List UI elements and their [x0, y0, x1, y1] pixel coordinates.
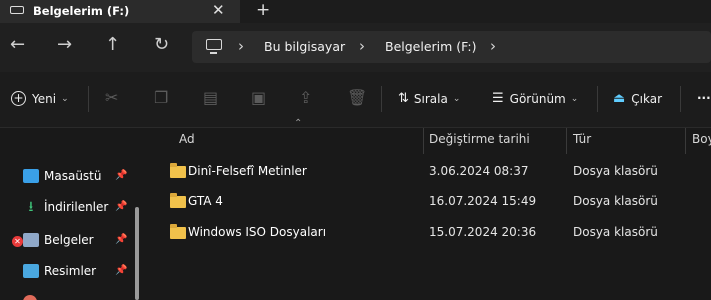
- table-row[interactable]: GTA 4 16.07.2024 15:49 Dosya klasörü: [164, 190, 711, 214]
- refresh-button[interactable]: ↻: [154, 35, 169, 55]
- column-header-modified[interactable]: Değiştirme tarihi: [429, 128, 530, 150]
- folder-icon: [170, 163, 186, 178]
- breadcrumb-separator-icon[interactable]: ›: [238, 37, 244, 55]
- view-icon: ☰: [492, 91, 504, 106]
- new-label: Yeni: [32, 91, 57, 106]
- error-badge-icon: ✕: [12, 236, 23, 247]
- pin-icon[interactable]: 📌: [115, 234, 127, 245]
- table-row[interactable]: Dinî-Felsefî Metinler 3.06.2024 08:37 Do…: [164, 160, 711, 184]
- sidebar-item-label: Masaüstü: [44, 169, 102, 183]
- sidebar-item-partial[interactable]: [23, 292, 42, 300]
- row-name: Dinî-Felsefî Metinler: [188, 164, 307, 178]
- back-button[interactable]: ←: [10, 35, 25, 55]
- chevron-down-icon: ⌄: [61, 93, 69, 104]
- sidebar-item-label: Resimler: [44, 264, 97, 278]
- new-tab-button[interactable]: +: [256, 0, 270, 20]
- new-button[interactable]: + Yeni ⌄: [11, 91, 69, 106]
- plus-icon: +: [11, 91, 26, 106]
- pin-icon[interactable]: 📌: [115, 201, 127, 212]
- drive-icon: [10, 6, 24, 14]
- navigation-bar: ← → ↑ ↻ › Bu bilgisayar › Belgelerim (F:…: [0, 23, 711, 72]
- tab-belgelerim[interactable]: Belgelerim (F:) ✕: [0, 0, 240, 23]
- copy-icon[interactable]: ❐: [154, 88, 168, 107]
- sidebar-scrollbar[interactable]: [135, 207, 139, 300]
- sort-label: Sırala: [413, 91, 448, 106]
- row-modified: 3.06.2024 08:37: [429, 164, 529, 178]
- download-icon: ⭳: [28, 199, 34, 215]
- divider: [597, 86, 598, 112]
- row-modified: 15.07.2024 20:36: [429, 225, 537, 239]
- eject-icon: ⏏: [613, 91, 626, 106]
- more-options-button[interactable]: ···: [697, 91, 711, 105]
- row-name: Windows ISO Dosyaları: [188, 225, 327, 239]
- title-bar: Belgelerim (F:) ✕ +: [0, 0, 711, 23]
- row-type: Dosya klasörü: [573, 225, 658, 239]
- command-bar: + Yeni ⌄ ✂ ❐ ▤ ▣ ⇪ 🗑 ⇅ Sırala ⌄ ☰ Görünü…: [0, 72, 711, 128]
- tab-close-icon[interactable]: ✕: [212, 1, 225, 19]
- chevron-down-icon: ⌄: [570, 93, 579, 104]
- column-header-size[interactable]: Boy: [692, 128, 711, 150]
- sidebar-item-documents[interactable]: Belgeler: [23, 230, 94, 250]
- breadcrumb-separator-icon[interactable]: ›: [359, 37, 365, 55]
- column-header-name[interactable]: Ad: [179, 128, 195, 150]
- sort-caret-icon: ⌃: [294, 118, 303, 129]
- tab-title: Belgelerim (F:): [33, 4, 130, 18]
- folder-icon: [170, 193, 186, 208]
- sidebar-item-pictures[interactable]: Resimler: [23, 261, 96, 281]
- pictures-icon: [23, 264, 39, 278]
- divider: [680, 86, 681, 112]
- eject-button[interactable]: ⏏ Çıkar: [613, 91, 662, 106]
- sidebar-item-label: Belgeler: [44, 233, 94, 247]
- table-row[interactable]: Windows ISO Dosyaları 15.07.2024 20:36 D…: [164, 221, 711, 245]
- sidebar-item-desktop[interactable]: Masaüstü: [23, 166, 101, 186]
- column-divider[interactable]: [423, 128, 424, 154]
- forward-button[interactable]: →: [57, 35, 72, 55]
- divider: [88, 86, 89, 112]
- paste-icon[interactable]: ▤: [203, 88, 218, 107]
- sidebar-item-downloads[interactable]: ⭳ İndirilenler: [23, 197, 109, 217]
- breadcrumb-drive[interactable]: Belgelerim (F:): [385, 39, 476, 54]
- documents-icon: [23, 233, 39, 247]
- column-divider[interactable]: [685, 128, 686, 154]
- pin-icon[interactable]: 📌: [115, 170, 127, 181]
- delete-icon[interactable]: 🗑: [347, 88, 367, 107]
- address-bar[interactable]: › Bu bilgisayar › Belgelerim (F:) ›: [192, 31, 711, 63]
- row-modified: 16.07.2024 15:49: [429, 194, 537, 208]
- row-type: Dosya klasörü: [573, 194, 658, 208]
- eject-label: Çıkar: [631, 91, 663, 106]
- chevron-down-icon: ⌄: [452, 93, 461, 104]
- column-divider[interactable]: [566, 128, 567, 154]
- rename-icon[interactable]: ▣: [251, 88, 266, 107]
- divider: [381, 86, 382, 112]
- breadcrumb-this-pc[interactable]: Bu bilgisayar: [264, 39, 345, 54]
- view-label: Görünüm: [509, 91, 566, 106]
- view-button[interactable]: ☰ Görünüm ⌄: [492, 91, 578, 106]
- pin-icon[interactable]: 📌: [115, 265, 127, 276]
- cut-icon[interactable]: ✂: [105, 88, 118, 107]
- computer-icon[interactable]: [206, 39, 222, 54]
- row-type: Dosya klasörü: [573, 164, 658, 178]
- desktop-icon: [23, 169, 39, 183]
- sidebar-item-label: İndirilenler: [44, 200, 109, 214]
- column-header-type[interactable]: Tür: [573, 128, 591, 150]
- sort-icon: ⇅: [398, 91, 409, 106]
- folder-icon: [170, 224, 186, 239]
- sort-button[interactable]: ⇅ Sırala ⌄: [398, 91, 460, 106]
- file-list: [148, 128, 711, 300]
- share-icon[interactable]: ⇪: [299, 88, 312, 107]
- breadcrumb-separator-icon[interactable]: ›: [490, 37, 496, 55]
- row-name: GTA 4: [188, 194, 223, 208]
- up-button[interactable]: ↑: [105, 35, 120, 55]
- music-icon: [23, 295, 37, 300]
